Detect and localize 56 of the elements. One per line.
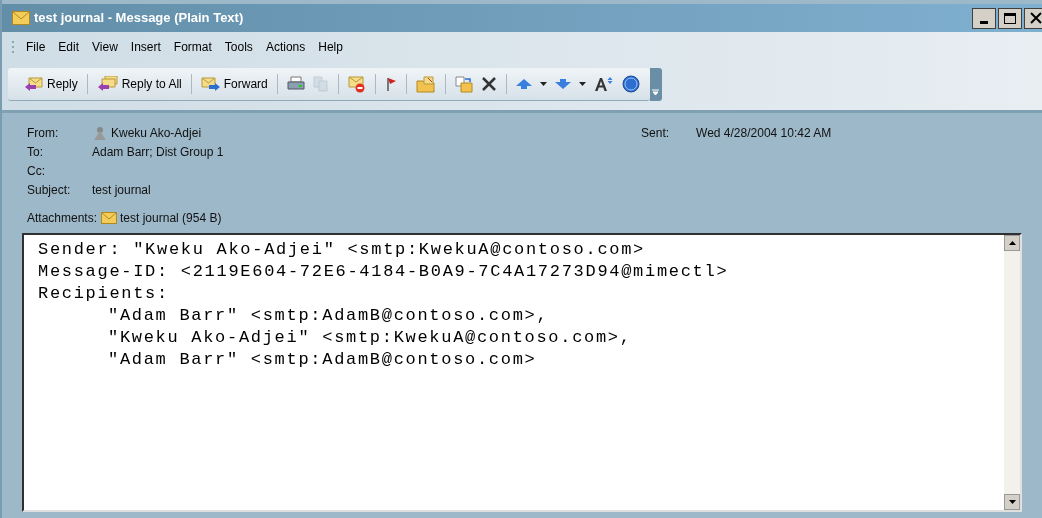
font-size-icon[interactable] [593,76,614,92]
field-label: From: [27,124,60,142]
reply-icon [24,76,44,92]
field-label: Sent: [641,124,671,142]
reply-button[interactable]: Reply [22,75,80,93]
menu-item[interactable]: Actions [259,38,312,56]
sender-name: Kweku Ako-Adjei [111,124,202,142]
delete-icon[interactable] [480,76,497,92]
message-body[interactable] [22,233,1022,512]
menu-item[interactable]: Tools [218,38,259,56]
reply-all-button[interactable]: Reply to All [94,75,184,93]
person-icon [92,125,108,140]
window-title: test journal - Message (Plain Text) [34,9,244,28]
minimize-button[interactable] [972,7,996,29]
close-button[interactable] [1024,7,1042,29]
message-line: "Kweku Ako-Adjei" <smtp:KwekuA@contoso.com>, [108,328,632,347]
field-label: To: [27,143,44,161]
menu-item[interactable]: File [20,38,52,56]
reply-all-icon [96,76,119,92]
grip-icon [12,41,15,53]
field-label: Subject: [27,181,72,199]
down-arrow-icon [1008,500,1016,504]
up-arrow-icon[interactable] [515,79,532,89]
scroll-up-button[interactable] [1004,235,1020,251]
attachment-link[interactable]: test journal (954 B) [120,208,222,227]
scroll-down-button[interactable] [1004,494,1020,510]
subject-text: test journal [92,181,151,199]
recipients: Adam Barr; Dist Group 1 [92,143,224,161]
menu-item[interactable]: Edit [52,38,86,56]
field-label: Cc: [27,162,46,180]
maximize-button[interactable] [998,7,1022,29]
scrollbar[interactable] [1004,235,1020,510]
caret-icon[interactable] [578,82,586,86]
caret-icon [652,89,660,96]
down-arrow-icon[interactable] [554,79,571,89]
message-line: Recipients: [38,284,169,303]
menu-item[interactable]: View [86,38,124,56]
caret-icon[interactable] [539,82,547,86]
menu-item[interactable]: Help [312,38,349,56]
forward-button[interactable]: Forward [198,75,270,93]
envelope-icon[interactable] [347,75,366,93]
field-label: Attachments: [27,209,98,227]
folder-icon[interactable] [454,75,473,93]
printer-icon[interactable] [286,76,305,92]
forward-icon [200,76,221,92]
menu-item[interactable]: Format [167,38,218,56]
up-arrow-icon [1008,241,1016,245]
menu-item[interactable]: Insert [124,38,167,56]
message-line: "Adam Barr" <smtp:AdamB@contoso.com> [108,350,537,369]
message-line: Message-ID: <2119E604-72E6-4184-B0A9-7C4A17273D94@mimectl> [38,262,729,281]
envelope-icon [12,11,30,25]
sent-date: Wed 4/28/2004 10:42 AM [696,124,832,142]
flag-icon[interactable] [384,76,397,92]
message-line: "Adam Barr" <smtp:AdamB@contoso.com>, [108,306,549,325]
envelope-icon [101,211,118,224]
message-line: Sender: "Kweku Ako-Adjei" <smtp:KwekuA@contoso.com> [38,240,645,259]
